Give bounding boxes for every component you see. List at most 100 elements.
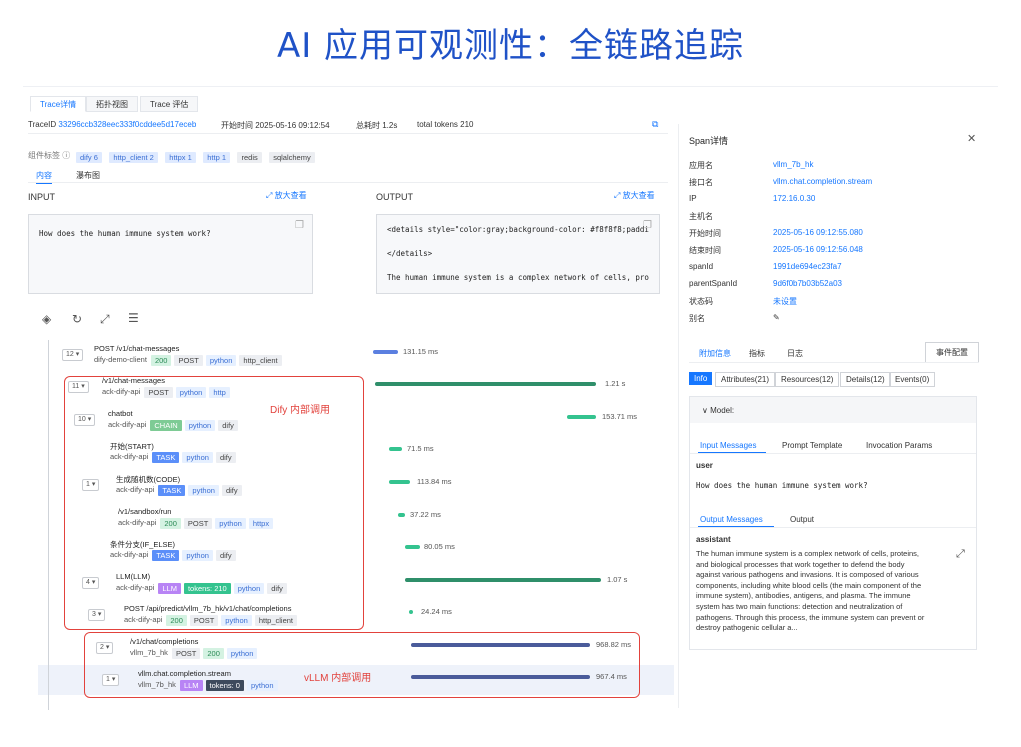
span-tag: POST [174,355,203,366]
info-tab-details[interactable]: Details(12) [840,372,891,387]
model-label-text: Model: [710,406,735,415]
input-zoom-button[interactable]: ⤢ 放大查看 [266,190,307,201]
help-icon: ⓘ [62,151,71,160]
close-icon[interactable]: ✕ [967,134,976,145]
expand-icon[interactable]: ⤢ [100,313,110,325]
locate-icon[interactable]: ◈ [42,313,51,325]
tab-trace-detail[interactable]: Trace详情 [30,96,87,112]
span-tags: dify-demo-client 200 POST python http_client [94,355,285,366]
tree-guide-line [48,340,49,710]
field-label: parentSpanId [689,279,738,288]
component-tag[interactable]: http 1 [203,152,231,164]
info-tab-info[interactable]: Info [689,372,713,385]
assistant-line: against various pathogens and invasions.… [696,570,919,580]
start-value: 2025-05-16 09:12:54 [255,121,330,130]
field-value: 未设置 [773,297,797,306]
subtab-waterfall[interactable]: 瀑布图 [76,170,100,181]
component-tag[interactable]: dify 6 [76,152,102,164]
info-tab-attributes[interactable]: Attributes(21) [715,372,776,387]
tab-metrics[interactable]: 指标 [749,348,765,359]
meta-row: TraceID 33296ccb328eec333f0cddee5d17eceb [28,120,196,129]
vllm-annotation-label: vLLM 内部调用 [304,673,372,684]
output-zoom-button[interactable]: ⤢ 放大查看 [614,190,655,201]
tab-logs[interactable]: 日志 [787,348,803,359]
start-time: 开始时间 2025-05-16 09:12:54 [221,120,330,131]
tab-extra-info[interactable]: 附加信息 [699,348,731,359]
field-label: spanId [689,262,714,271]
external-link-icon[interactable]: ⧉ [652,119,658,129]
assistant-role: assistant [696,535,731,544]
msg-tab-prompt[interactable]: Prompt Template [782,441,842,450]
field-value: 172.16.0.30 [773,194,816,203]
field-value: 1991de694ec23fa7 [773,262,842,271]
component-label-text: 组件标签 [28,151,60,160]
service-name: dify-demo-client [94,355,147,365]
field-label: 状态码 [689,297,713,306]
assistant-line: immune system), antibodies, antigens, an… [696,591,911,601]
start-label: 开始时间 [221,121,253,130]
out-tab-output[interactable]: Output [790,515,814,524]
component-tag[interactable]: http_client 2 [109,152,158,164]
span-duration-bar [389,447,402,451]
component-label: 组件标签 ⓘ [28,150,70,161]
tab-topology[interactable]: 拓扑视图 [86,96,138,112]
field-value[interactable]: ✎ [773,313,780,322]
span-duration: 71.5 ms [407,444,434,453]
info-tab-resources[interactable]: Resources(12) [775,372,840,387]
collapse-toggle[interactable]: 12 ▾ [62,349,84,361]
span-duration-bar [409,610,413,614]
input-label: INPUT [28,192,55,202]
span-duration: 37.22 ms [410,510,441,519]
output-line: The human immune system is a complex net… [387,273,649,282]
copy-icon[interactable]: ❐ [295,221,304,231]
msg-tab-input[interactable]: Input Messages [700,441,756,450]
assistant-line: components, including white blood cells … [696,580,922,590]
expand-icon[interactable]: ⤢ [956,549,965,560]
span-row[interactable]: 12 ▾ POST /v1/chat-messages dify-demo-clie… [0,344,660,374]
user-message: How does the human immune system work? [696,481,868,490]
info-tab-events[interactable]: Events(0) [889,372,936,387]
span-name: POST /v1/chat-messages [94,344,180,353]
component-tag[interactable]: redis [237,152,262,164]
output-line: </details> [387,249,433,258]
field-value: vllm_7b_hk [773,160,814,169]
assistant-line: and biological processes that work toget… [696,559,905,569]
field-value: 2025-05-16 09:12:55.080 [773,228,863,237]
out-tab-messages[interactable]: Output Messages [700,515,763,524]
span-duration-bar [567,415,596,419]
component-tag[interactable]: sqlalchemy [269,152,315,164]
span-tag: 200 [150,355,172,366]
span-duration: 1.07 s [607,575,628,584]
refresh-icon[interactable]: ↻ [72,313,82,325]
copy-icon[interactable]: ❐ [643,221,652,231]
input-box: How does the human immune system work? ❐ [28,214,313,294]
component-tag[interactable]: httpx 1 [165,152,196,164]
zoom-label: 放大查看 [622,191,655,200]
vllm-annotation-box [84,632,640,698]
component-tags: dify 6 http_client 2 httpx 1 http 1 redi… [76,149,318,167]
assistant-line: pathogens. Through this process, the imm… [696,612,925,622]
assistant-line: destroy pathogenic cellular a... [696,623,798,633]
span-detail-panel: Span详情 ✕ 应用名 vllm_7b_hk 接口名 vllm.chat.compl… [678,124,990,708]
event-config-button[interactable]: 事件配置 [925,342,979,363]
user-role: user [696,461,713,470]
span-duration-bar [405,578,601,582]
span-duration-bar [398,513,405,517]
field-label: 结束时间 [689,246,721,255]
divider [28,182,668,183]
divider [690,453,976,454]
divider [28,133,668,134]
model-card: ∨ Model: Input Messages Prompt Template … [689,396,977,650]
divider [690,527,976,528]
field-value: 2025-05-16 09:12:56.048 [773,245,863,254]
field-value: 9d6f0b7b03b52a03 [773,279,842,288]
msg-tab-params[interactable]: Invocation Params [866,441,932,450]
traceid-link[interactable]: 33296ccb328eec333f0cddee5d17eceb [58,120,196,129]
divider [689,362,979,363]
page-title: AI 应用可观测性：全链路追踪 [276,26,745,66]
traceid-label: TraceID [28,120,57,129]
filter-settings-icon[interactable]: ☰ [128,312,139,324]
tab-trace-eval[interactable]: Trace 评估 [140,96,199,112]
total-time: 总耗时 1.2s [356,120,397,131]
span-duration: 153.71 ms [602,412,638,421]
